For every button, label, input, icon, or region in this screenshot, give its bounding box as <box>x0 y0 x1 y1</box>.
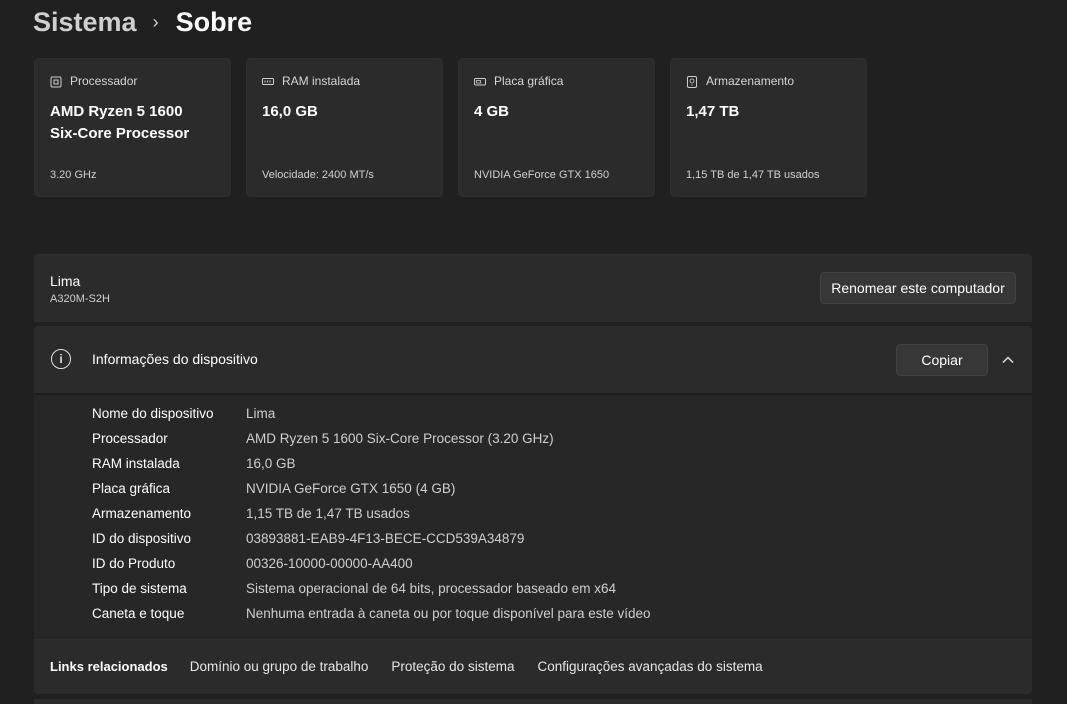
link-system-protection[interactable]: Proteção do sistema <box>391 659 514 674</box>
spec-row: ID do Produto 00326-10000-00000-AA400 <box>92 553 413 573</box>
spec-row: Armazenamento 1,15 TB de 1,47 TB usados <box>92 503 410 523</box>
card-value-line: Six-Core Processor <box>50 125 190 142</box>
spec-row: ID do dispositivo 03893881-EAB9-4F13-BEC… <box>92 528 524 548</box>
device-info-body: Nome do dispositivo Lima Processador AMD… <box>34 394 1032 637</box>
spec-key: RAM instalada <box>92 455 180 471</box>
processor-icon <box>50 75 62 88</box>
spec-key: Placa gráfica <box>92 480 171 496</box>
spec-value: 16,0 GB <box>246 455 296 471</box>
spec-row: RAM instalada 16,0 GB <box>92 453 296 473</box>
breadcrumb-parent[interactable]: Sistema <box>33 7 137 38</box>
card-detail: 1,15 TB de 1,47 TB usados <box>686 169 820 181</box>
spec-key: Caneta e toque <box>92 605 185 621</box>
info-icon: i <box>51 349 71 369</box>
card-value: 16,0 GB <box>262 101 427 123</box>
card-detail: Velocidade: 2400 MT/s <box>262 169 374 181</box>
card-gpu: Placa gráfica 4 GB NVIDIA GeForce GTX 16… <box>458 58 655 197</box>
spec-key: Armazenamento <box>92 505 192 521</box>
chevron-right-icon: › <box>152 11 159 32</box>
copy-button[interactable]: Copiar <box>896 344 988 376</box>
spec-value: AMD Ryzen 5 1600 Six-Core Processor (3.2… <box>246 430 554 446</box>
card-value-line: 16,0 GB <box>262 103 318 120</box>
card-value: 1,47 TB <box>686 101 851 123</box>
card-value: 4 GB <box>474 101 639 123</box>
spec-value: 00326-10000-00000-AA400 <box>246 555 413 571</box>
spec-value: 03893881-EAB9-4F13-BECE-CCD539A34879 <box>246 530 525 546</box>
card-value-line: AMD Ryzen 5 1600 <box>50 103 183 120</box>
ram-icon <box>262 75 274 87</box>
spec-row: Processador AMD Ryzen 5 1600 Six-Core Pr… <box>92 428 554 448</box>
chevron-up-icon[interactable] <box>996 348 1020 372</box>
breadcrumb: Sistema › Sobre <box>33 4 252 40</box>
spec-key: Tipo de sistema <box>92 580 187 596</box>
card-storage: Armazenamento 1,47 TB 1,15 TB de 1,47 TB… <box>670 58 867 197</box>
card-value-line: 4 GB <box>474 103 510 120</box>
link-domain-workgroup[interactable]: Domínio ou grupo de trabalho <box>190 659 369 674</box>
spec-row: Tipo de sistema Sistema operacional de 6… <box>92 578 616 598</box>
spec-cards: Processador AMD Ryzen 5 1600 Six-Core Pr… <box>34 58 867 197</box>
page-title: Sobre <box>175 6 253 37</box>
related-links-title: Links relacionados <box>50 658 168 674</box>
spec-row: Placa gráfica NVIDIA GeForce GTX 1650 (4… <box>92 478 455 498</box>
spec-row: Caneta e toque Nenhuma entrada à caneta … <box>92 603 651 623</box>
card-label: Armazenamento <box>706 74 795 88</box>
computer-name-row: Lima A320M-S2H Renomear este computador <box>34 254 1032 322</box>
related-links: Links relacionados Domínio ou grupo de t… <box>34 638 1032 694</box>
spec-value: NVIDIA GeForce GTX 1650 (4 GB) <box>246 480 456 496</box>
rename-computer-button[interactable]: Renomear este computador <box>820 272 1016 304</box>
spec-key: Nome do dispositivo <box>92 405 214 421</box>
spec-value: 1,15 TB de 1,47 TB usados <box>246 505 410 521</box>
spec-row: Nome do dispositivo Lima <box>92 403 275 423</box>
card-label: Processador <box>70 74 138 88</box>
spec-key: Processador <box>92 430 168 446</box>
device-info-header[interactable]: i Informações do dispositivo Copiar <box>34 326 1032 393</box>
spec-value: Lima <box>246 405 276 421</box>
storage-icon <box>686 75 698 88</box>
spec-key: ID do Produto <box>92 555 176 571</box>
settings-about-page: Sistema › Sobre Processador AMD Ryzen 5 … <box>0 0 1067 704</box>
card-detail: 3.20 GHz <box>50 169 97 181</box>
card-processor: Processador AMD Ryzen 5 1600 Six-Core Pr… <box>34 58 231 197</box>
card-label: RAM instalada <box>282 74 361 88</box>
device-info-title: Informações do dispositivo <box>92 351 258 367</box>
card-label: Placa gráfica <box>494 74 564 88</box>
spec-key: ID do dispositivo <box>92 530 192 546</box>
card-detail: NVIDIA GeForce GTX 1650 <box>474 169 610 181</box>
computer-name: Lima <box>50 273 81 289</box>
link-advanced-system-settings[interactable]: Configurações avançadas do sistema <box>537 659 762 674</box>
next-section-edge <box>34 699 1032 704</box>
gpu-icon <box>474 75 486 87</box>
card-value: AMD Ryzen 5 1600 Six-Core Processor <box>50 101 215 145</box>
computer-model: A320M-S2H <box>50 293 110 305</box>
card-ram: RAM instalada 16,0 GB Velocidade: 2400 M… <box>246 58 443 197</box>
spec-value: Nenhuma entrada à caneta ou por toque di… <box>246 605 651 621</box>
spec-value: Sistema operacional de 64 bits, processa… <box>246 580 616 596</box>
card-value-line: 1,47 TB <box>686 103 740 120</box>
